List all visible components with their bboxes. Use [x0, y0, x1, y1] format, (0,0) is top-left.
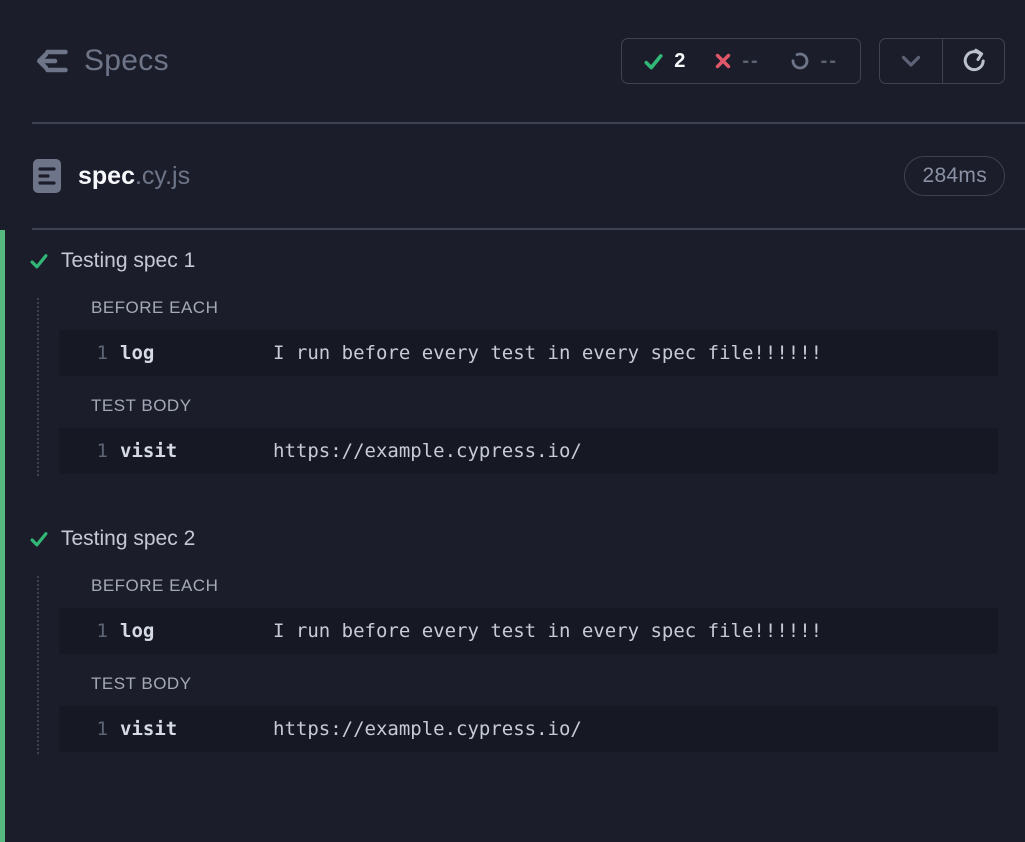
- command-message: I run before every test in every spec fi…: [273, 620, 822, 642]
- spec-duration-badge: 284ms: [904, 156, 1005, 196]
- test-item: Testing spec 1 BEFORE EACH 1 log I run b…: [5, 246, 1025, 476]
- test-passed-check-icon: [30, 253, 48, 269]
- failed-x-icon: [715, 53, 731, 69]
- command-row[interactable]: 1 visit https://example.cypress.io/: [59, 706, 998, 752]
- failed-count: --: [742, 50, 759, 73]
- command-message: I run before every test in every spec fi…: [273, 342, 822, 364]
- command-method: log: [120, 342, 263, 364]
- chevron-down-icon: [901, 55, 921, 68]
- command-number: 1: [59, 718, 108, 740]
- spec-name-primary: spec: [78, 162, 135, 190]
- spec-name-extension: .cy.js: [135, 162, 190, 190]
- hook-label: BEFORE EACH: [91, 576, 1025, 596]
- passed-count: 2: [674, 50, 685, 73]
- spec-header: spec.cy.js 284ms: [0, 124, 1025, 228]
- collapse-sidebar-button[interactable]: [32, 44, 72, 78]
- spec-file-name[interactable]: spec.cy.js: [78, 162, 888, 191]
- command-method: log: [120, 620, 263, 642]
- command-number: 1: [59, 342, 108, 364]
- page-title: Specs: [84, 44, 169, 78]
- command-row[interactable]: 1 log I run before every test in every s…: [59, 330, 998, 376]
- command-number: 1: [59, 440, 108, 462]
- command-method: visit: [120, 440, 263, 462]
- command-row[interactable]: 1 log I run before every test in every s…: [59, 608, 998, 654]
- hook-label: TEST BODY: [91, 396, 1025, 416]
- test-item: Testing spec 2 BEFORE EACH 1 log I run b…: [5, 524, 1025, 754]
- command-number: 1: [59, 620, 108, 642]
- rerun-button[interactable]: [942, 39, 1004, 83]
- run-stats[interactable]: 2 -- --: [621, 38, 861, 84]
- spec-file-icon: [32, 157, 62, 195]
- pending-count: --: [821, 50, 838, 73]
- pending-circle-icon: [790, 51, 810, 71]
- test-results: Testing spec 1 BEFORE EACH 1 log I run b…: [0, 230, 1025, 842]
- test-header[interactable]: Testing spec 1: [5, 246, 1025, 276]
- test-command-log: BEFORE EACH 1 log I run before every tes…: [37, 298, 1025, 476]
- collapse-left-arrow-icon: [34, 46, 70, 76]
- command-message: https://example.cypress.io/: [273, 718, 582, 740]
- hook-label: TEST BODY: [91, 674, 1025, 694]
- reporter-controls: [879, 38, 1005, 84]
- test-command-log: BEFORE EACH 1 log I run before every tes…: [37, 576, 1025, 754]
- test-passed-check-icon: [30, 531, 48, 547]
- command-message: https://example.cypress.io/: [273, 440, 582, 462]
- test-title: Testing spec 2: [61, 527, 195, 551]
- reporter-header: Specs 2 -- --: [0, 0, 1025, 122]
- passed-check-icon: [644, 53, 663, 70]
- refresh-icon: [961, 48, 987, 74]
- command-row[interactable]: 1 visit https://example.cypress.io/: [59, 428, 998, 474]
- command-method: visit: [120, 718, 263, 740]
- collapse-all-button[interactable]: [880, 39, 942, 83]
- test-header[interactable]: Testing spec 2: [5, 524, 1025, 554]
- test-title: Testing spec 1: [61, 249, 195, 273]
- hook-label: BEFORE EACH: [91, 298, 1025, 318]
